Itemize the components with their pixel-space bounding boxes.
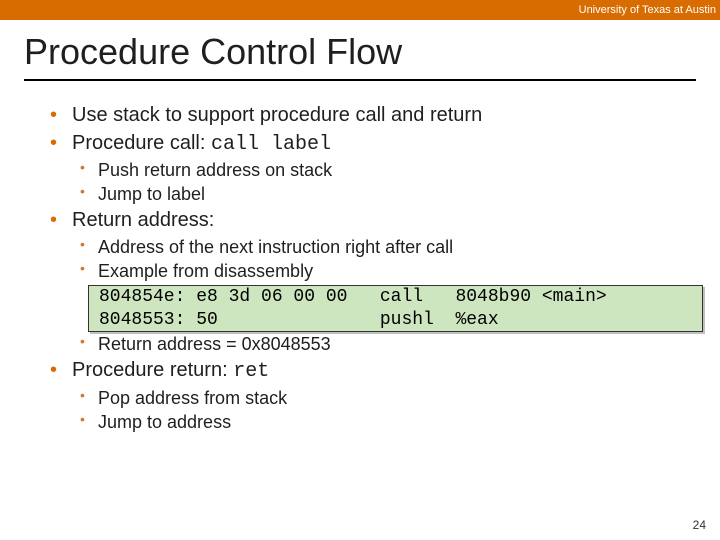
inline-code: call label <box>211 133 331 156</box>
sub-bullet-item: Jump to address <box>80 411 696 434</box>
bullet-item: Use stack to support procedure call and … <box>50 103 696 129</box>
disassembly-code-block: 804854e: e8 3d 06 00 00 call 8048b90 <ma… <box>88 285 703 332</box>
sub-bullet-list: Push return address on stack Jump to lab… <box>80 159 696 206</box>
bullet-text: Procedure call: <box>72 132 211 154</box>
title-block: Procedure Control Flow <box>0 20 720 89</box>
bullet-item: Procedure return: ret <box>50 358 696 385</box>
sub-bullet-item: Push return address on stack <box>80 159 696 182</box>
bullet-text: Procedure return: <box>72 359 233 381</box>
bullet-list: Return address: <box>50 208 696 234</box>
sub-bullet-item: Jump to label <box>80 183 696 206</box>
sub-bullet-item: Example from disassembly <box>80 260 696 283</box>
bullet-item: Procedure call: call label <box>50 131 696 158</box>
sub-bullet-item: Return address = 0x8048553 <box>80 333 696 356</box>
sub-bullet-item: Pop address from stack <box>80 387 696 410</box>
bullet-list: Use stack to support procedure call and … <box>50 103 696 157</box>
inline-code: ret <box>233 360 269 383</box>
page-number: 24 <box>693 518 706 532</box>
sub-bullet-list: Address of the next instruction right af… <box>80 236 696 283</box>
sub-bullet-list: Return address = 0x8048553 <box>80 333 696 356</box>
header-bar: University of Texas at Austin <box>0 0 720 20</box>
code-line: 8048553: 50 pushl %eax <box>99 310 499 330</box>
title-rule <box>24 79 696 81</box>
code-line: 804854e: e8 3d 06 00 00 call 8048b90 <ma… <box>99 287 607 307</box>
sub-bullet-list: Pop address from stack Jump to address <box>80 387 696 434</box>
sub-bullet-item: Address of the next instruction right af… <box>80 236 696 259</box>
page-title: Procedure Control Flow <box>24 30 696 73</box>
bullet-list: Procedure return: ret <box>50 358 696 385</box>
header-org: University of Texas at Austin <box>579 4 716 16</box>
content-area: Use stack to support procedure call and … <box>0 89 720 434</box>
bullet-item: Return address: <box>50 208 696 234</box>
